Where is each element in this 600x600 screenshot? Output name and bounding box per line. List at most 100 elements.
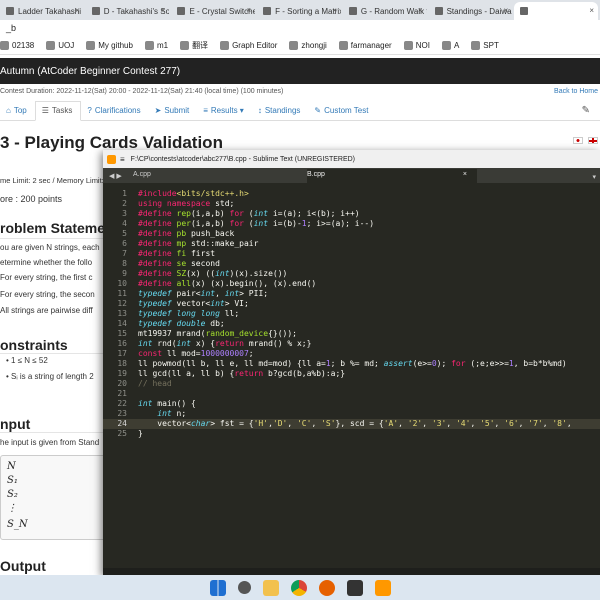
tab-scroll-arrows-icon[interactable]: ◀ ▶	[103, 172, 133, 183]
menu-icon[interactable]: ≡	[120, 155, 125, 164]
bookmark-item[interactable]: NOI	[403, 41, 430, 50]
contest-title[interactable]: Autumn (AtCoder Beginner Contest 277)	[0, 66, 180, 77]
bookmark-item[interactable]: Graph Editor	[220, 41, 277, 50]
nav-icon: ☰	[41, 106, 49, 115]
japanese-flag-icon[interactable]	[572, 137, 583, 144]
bookmark-item[interactable]: UOJ	[46, 41, 74, 50]
code-line: 24 vector<char> fst = {'H','D', 'C', 'S'…	[103, 419, 600, 429]
code-token: 'A'	[383, 419, 399, 428]
code-token: #define	[138, 259, 172, 268]
editor-tab[interactable]: B.cpp ×	[307, 169, 477, 183]
line-number: 3	[122, 209, 127, 218]
code-token: ,	[566, 419, 572, 428]
code-token: int	[138, 339, 153, 348]
code-token: '8'	[552, 419, 567, 428]
browser-tab[interactable]: Ladder Takahashi ×	[0, 2, 84, 20]
bookmark-icon	[144, 41, 154, 50]
code-line: 9 #define SZ(x) ((int)(x).size())	[103, 269, 600, 279]
code-line: 3 #define rep(i,a,b) for (int i=(a); i<(b…	[103, 209, 600, 219]
input-format-line: ⋮	[7, 503, 17, 514]
constraints-heading: onstraints	[0, 337, 68, 353]
sublime-text-icon[interactable]	[374, 579, 391, 596]
windows-start-icon[interactable]	[209, 579, 226, 596]
close-tab-icon[interactable]: ×	[463, 171, 467, 178]
code-token: > PII;	[239, 289, 269, 298]
close-icon[interactable]: ×	[418, 6, 423, 15]
contest-header: Autumn (AtCoder Beginner Contest 277)	[0, 58, 600, 84]
code-text: #define se second	[138, 259, 220, 269]
code-token: '2'	[407, 419, 423, 428]
file-explorer-icon[interactable]	[262, 579, 279, 596]
bookmark-item[interactable]: m1	[144, 41, 168, 50]
bookmark-item[interactable]: SPT	[471, 41, 499, 50]
code-line: 21	[103, 389, 600, 399]
browser-tab[interactable]: F - Sorting a Matrix ×	[257, 2, 341, 20]
browser-tab[interactable]: Standings - Daiwa S ×	[429, 2, 512, 20]
condition-item: For every string, the first c	[0, 273, 93, 282]
close-icon[interactable]: ×	[589, 6, 594, 15]
browser-tab[interactable]: G - Random Walk to ×	[343, 2, 427, 20]
code-line: 22 int main() {	[103, 399, 600, 409]
nav-item-custom-test[interactable]: ✎ Custom Test	[308, 101, 376, 121]
code-line: 1 #include<bits/stdc++.h>	[103, 189, 600, 199]
favicon-icon	[91, 7, 100, 15]
taskbar	[0, 575, 600, 600]
nav-item-clarifications[interactable]: ? Clarifications	[81, 101, 148, 121]
code-token: #define	[138, 209, 172, 218]
code-token: ,	[470, 419, 481, 428]
bookmark-item[interactable]: 翻译	[180, 40, 208, 51]
bookmark-item[interactable]: farmanager	[338, 41, 392, 50]
limits-text: me Limit: 2 sec / Memory Limit:	[0, 176, 104, 185]
close-icon[interactable]: ×	[504, 6, 509, 15]
code-token: #define	[138, 219, 172, 228]
bookmark-item[interactable]: zhongji	[289, 41, 327, 50]
terminal-icon[interactable]	[346, 579, 363, 596]
nav-label: Custom Test	[324, 106, 369, 115]
bookmark-item[interactable]: My github	[86, 41, 133, 50]
nav-item-tasks[interactable]: ☰ Tasks	[34, 100, 82, 121]
address-bar[interactable]: _b	[0, 20, 600, 37]
close-icon[interactable]: ×	[332, 6, 337, 15]
nav-item-standings[interactable]: ↕ Standings	[252, 101, 309, 121]
browser-tab-label: D - Takahashi's Solit	[103, 6, 170, 16]
code-token: return	[215, 339, 244, 348]
screen: Ladder Takahashi × D - Takahashi's Solit × E…	[0, 0, 600, 600]
code-editor[interactable]: 1 #include<bits/stdc++.h> 2 using namespace…	[103, 183, 600, 563]
code-token: 'C'	[296, 419, 312, 428]
nav-item-submit[interactable]: ➤ Submit	[149, 101, 198, 121]
search-icon[interactable]	[237, 581, 251, 594]
chrome-icon[interactable]	[290, 579, 307, 596]
line-number: 10	[117, 279, 127, 288]
output-heading: Output	[0, 558, 46, 574]
browser-tab[interactable]: D - Takahashi's Solit ×	[86, 2, 170, 20]
code-token: ,	[398, 419, 408, 428]
code-token: int	[253, 209, 269, 218]
pin-icon[interactable]: ✎	[582, 105, 590, 116]
bookmark-item[interactable]: A	[441, 41, 459, 50]
divider	[0, 432, 110, 433]
input-format-line: S₁	[7, 475, 18, 486]
editor-tab[interactable]: A.cpp	[133, 169, 303, 183]
english-flag-icon[interactable]	[588, 137, 598, 144]
close-icon[interactable]: ×	[246, 6, 251, 15]
close-icon[interactable]: ×	[161, 6, 166, 15]
firefox-icon[interactable]	[318, 579, 335, 596]
close-icon[interactable]: ×	[75, 6, 80, 15]
code-line: 10 #define all(x) (x).begin(), (x).end()	[103, 279, 600, 289]
code-token: 1000000007	[200, 349, 249, 358]
code-token: typedef	[138, 289, 172, 298]
code-token: > fst = {	[210, 419, 254, 428]
code-token: ; i>=(a); i--)	[306, 219, 375, 228]
line-number: 9	[122, 269, 127, 278]
browser-tab[interactable]: E - Crystal Switches ×	[171, 2, 255, 20]
back-to-home-link[interactable]: Back to Home	[554, 88, 598, 95]
favicon-icon	[434, 7, 443, 15]
bookmark-item[interactable]: 02138	[0, 41, 34, 50]
tab-dropdown-icon[interactable]: ▾	[592, 173, 596, 181]
line-number: 17	[117, 349, 127, 358]
nav-item-results[interactable]: ≡ Results ▾	[197, 101, 252, 121]
sublime-title-bar: ≡ F:\CP\contests\atcoder\abc277\B.cpp - …	[103, 150, 600, 168]
nav-item-top[interactable]: ⌂ Top	[0, 101, 35, 121]
browser-tab[interactable]: ×	[514, 2, 599, 20]
